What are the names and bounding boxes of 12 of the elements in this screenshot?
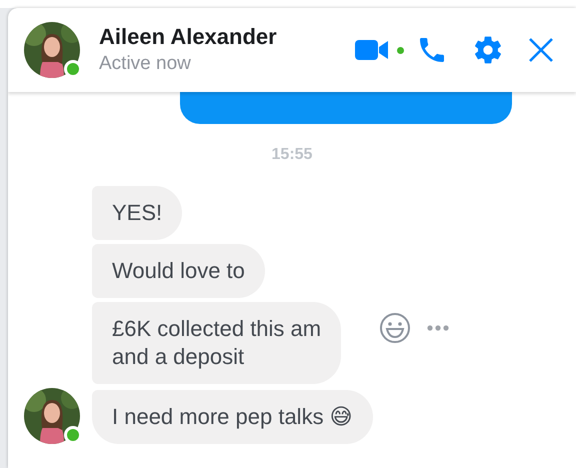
close-button[interactable] (528, 37, 554, 63)
status-text: Active now (99, 52, 192, 76)
timestamp: 15:55 (272, 146, 312, 164)
message-text: £6K collected this am and a deposit (112, 315, 322, 371)
video-call-button[interactable] (355, 38, 389, 62)
settings-button[interactable] (472, 34, 504, 66)
message-text: Would love to (112, 257, 245, 285)
message-text: YES! (112, 199, 162, 227)
contact-name: Aileen Alexander (99, 23, 278, 51)
more-button[interactable] (427, 325, 450, 331)
reaction-button[interactable] (379, 312, 412, 344)
message-text: I need more pep talks 😅 (112, 403, 353, 431)
